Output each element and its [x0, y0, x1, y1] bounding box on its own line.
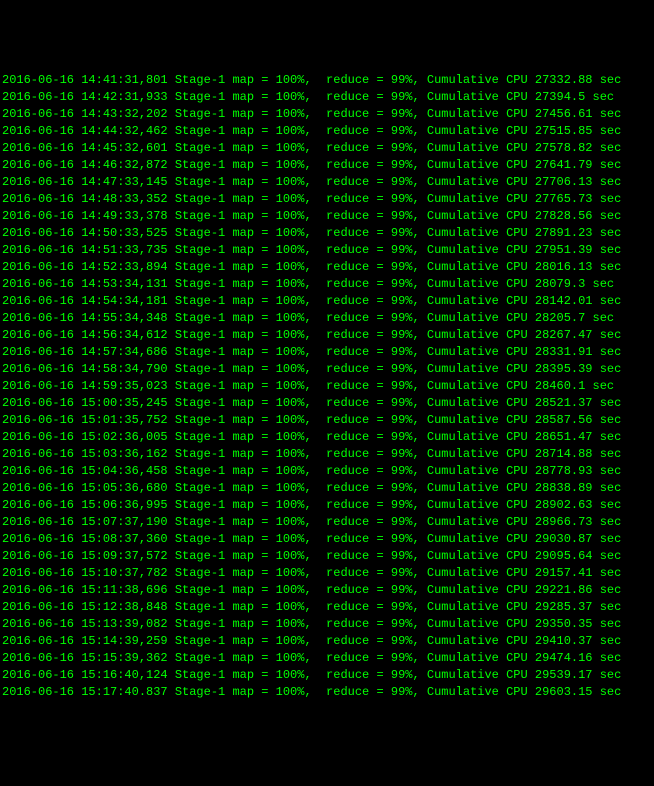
log-line: 2016-06-16 14:53:34,131 Stage-1 map = 10…	[2, 276, 652, 293]
log-line: 2016-06-16 14:44:32,462 Stage-1 map = 10…	[2, 123, 652, 140]
log-line: 2016-06-16 15:11:38,696 Stage-1 map = 10…	[2, 582, 652, 599]
log-line: 2016-06-16 15:05:36,680 Stage-1 map = 10…	[2, 480, 652, 497]
log-line: 2016-06-16 14:47:33,145 Stage-1 map = 10…	[2, 174, 652, 191]
log-line: 2016-06-16 14:48:33,352 Stage-1 map = 10…	[2, 191, 652, 208]
log-line: 2016-06-16 14:43:32,202 Stage-1 map = 10…	[2, 106, 652, 123]
log-line: 2016-06-16 15:10:37,782 Stage-1 map = 10…	[2, 565, 652, 582]
terminal-output[interactable]: 2016-06-16 14:41:31,801 Stage-1 map = 10…	[2, 72, 652, 701]
log-line: 2016-06-16 15:06:36,995 Stage-1 map = 10…	[2, 497, 652, 514]
log-line: 2016-06-16 14:56:34,612 Stage-1 map = 10…	[2, 327, 652, 344]
log-line: 2016-06-16 15:16:40,124 Stage-1 map = 10…	[2, 667, 652, 684]
log-line: 2016-06-16 14:59:35,023 Stage-1 map = 10…	[2, 378, 652, 395]
log-line: 2016-06-16 14:58:34,790 Stage-1 map = 10…	[2, 361, 652, 378]
log-line: 2016-06-16 14:55:34,348 Stage-1 map = 10…	[2, 310, 652, 327]
log-line: 2016-06-16 14:57:34,686 Stage-1 map = 10…	[2, 344, 652, 361]
log-line: 2016-06-16 15:01:35,752 Stage-1 map = 10…	[2, 412, 652, 429]
log-line: 2016-06-16 14:50:33,525 Stage-1 map = 10…	[2, 225, 652, 242]
log-line: 2016-06-16 14:51:33,735 Stage-1 map = 10…	[2, 242, 652, 259]
log-line: 2016-06-16 14:41:31,801 Stage-1 map = 10…	[2, 72, 652, 89]
log-line: 2016-06-16 15:14:39,259 Stage-1 map = 10…	[2, 633, 652, 650]
log-line: 2016-06-16 14:42:31,933 Stage-1 map = 10…	[2, 89, 652, 106]
log-line: 2016-06-16 14:45:32,601 Stage-1 map = 10…	[2, 140, 652, 157]
log-line: 2016-06-16 15:13:39,082 Stage-1 map = 10…	[2, 616, 652, 633]
log-line: 2016-06-16 15:03:36,162 Stage-1 map = 10…	[2, 446, 652, 463]
log-line: 2016-06-16 14:54:34,181 Stage-1 map = 10…	[2, 293, 652, 310]
log-line: 2016-06-16 15:02:36,005 Stage-1 map = 10…	[2, 429, 652, 446]
log-line: 2016-06-16 14:46:32,872 Stage-1 map = 10…	[2, 157, 652, 174]
log-line: 2016-06-16 15:17:40.837 Stage-1 map = 10…	[2, 684, 652, 701]
log-line: 2016-06-16 15:04:36,458 Stage-1 map = 10…	[2, 463, 652, 480]
log-line: 2016-06-16 15:09:37,572 Stage-1 map = 10…	[2, 548, 652, 565]
log-line: 2016-06-16 15:08:37,360 Stage-1 map = 10…	[2, 531, 652, 548]
log-line: 2016-06-16 14:49:33,378 Stage-1 map = 10…	[2, 208, 652, 225]
log-line: 2016-06-16 14:52:33,894 Stage-1 map = 10…	[2, 259, 652, 276]
log-line: 2016-06-16 15:12:38,848 Stage-1 map = 10…	[2, 599, 652, 616]
log-line: 2016-06-16 15:00:35,245 Stage-1 map = 10…	[2, 395, 652, 412]
log-line: 2016-06-16 15:15:39,362 Stage-1 map = 10…	[2, 650, 652, 667]
log-line: 2016-06-16 15:07:37,190 Stage-1 map = 10…	[2, 514, 652, 531]
